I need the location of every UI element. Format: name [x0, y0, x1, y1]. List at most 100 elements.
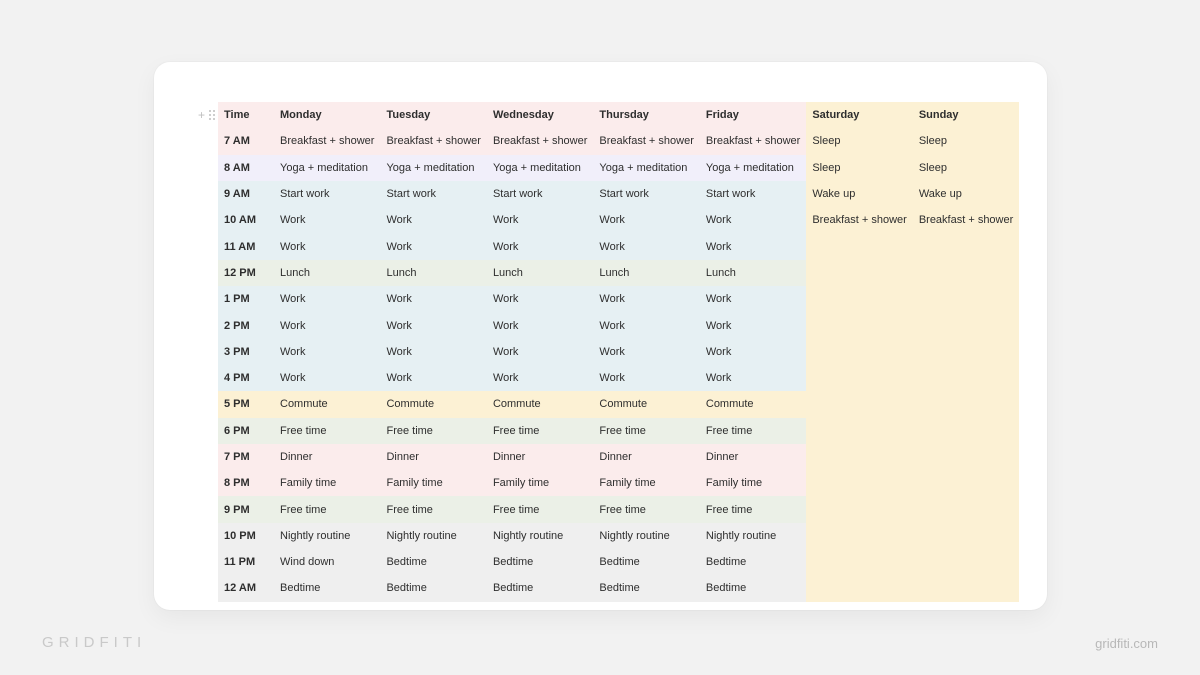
table-row[interactable]: 8 PMFamily timeFamily timeFamily timeFam…	[218, 470, 1019, 496]
cell-tuesday[interactable]: Work	[380, 286, 486, 312]
cell-tuesday[interactable]: Work	[380, 312, 486, 338]
cell-time[interactable]: 7 AM	[218, 128, 274, 154]
cell-sunday[interactable]	[913, 391, 1019, 417]
cell-wednesday[interactable]: Commute	[487, 391, 593, 417]
cell-tuesday[interactable]: Work	[380, 233, 486, 259]
cell-sunday[interactable]	[913, 549, 1019, 575]
cell-thursday[interactable]: Bedtime	[593, 549, 699, 575]
cell-wednesday[interactable]: Lunch	[487, 260, 593, 286]
table-row[interactable]: 2 PMWorkWorkWorkWorkWork	[218, 312, 1019, 338]
cell-monday[interactable]: Free time	[274, 418, 380, 444]
cell-monday[interactable]: Work	[274, 339, 380, 365]
table-row[interactable]: 10 AMWorkWorkWorkWorkWorkBreakfast + sho…	[218, 207, 1019, 233]
cell-sunday[interactable]	[913, 496, 1019, 522]
cell-saturday[interactable]	[806, 470, 912, 496]
cell-tuesday[interactable]: Bedtime	[380, 575, 486, 601]
cell-saturday[interactable]	[806, 233, 912, 259]
cell-monday[interactable]: Breakfast + shower	[274, 128, 380, 154]
cell-time[interactable]: 10 AM	[218, 207, 274, 233]
cell-saturday[interactable]	[806, 260, 912, 286]
cell-tuesday[interactable]: Work	[380, 365, 486, 391]
cell-friday[interactable]: Bedtime	[700, 549, 806, 575]
cell-saturday[interactable]	[806, 312, 912, 338]
table-row[interactable]: 4 PMWorkWorkWorkWorkWork	[218, 365, 1019, 391]
cell-sunday[interactable]: Breakfast + shower	[913, 207, 1019, 233]
cell-time[interactable]: 12 PM	[218, 260, 274, 286]
cell-time[interactable]: 1 PM	[218, 286, 274, 312]
cell-time[interactable]: 8 AM	[218, 155, 274, 181]
cell-thursday[interactable]: Work	[593, 339, 699, 365]
cell-saturday[interactable]	[806, 286, 912, 312]
table-row[interactable]: 1 PMWorkWorkWorkWorkWork	[218, 286, 1019, 312]
cell-thursday[interactable]: Yoga + meditation	[593, 155, 699, 181]
cell-time[interactable]: 5 PM	[218, 391, 274, 417]
cell-friday[interactable]: Nightly routine	[700, 523, 806, 549]
cell-friday[interactable]: Breakfast + shower	[700, 128, 806, 154]
cell-monday[interactable]: Nightly routine	[274, 523, 380, 549]
cell-friday[interactable]: Work	[700, 207, 806, 233]
table-row[interactable]: 12 AMBedtimeBedtimeBedtimeBedtimeBedtime	[218, 575, 1019, 601]
cell-monday[interactable]: Start work	[274, 181, 380, 207]
cell-monday[interactable]: Work	[274, 365, 380, 391]
cell-friday[interactable]: Yoga + meditation	[700, 155, 806, 181]
cell-time[interactable]: 9 AM	[218, 181, 274, 207]
cell-tuesday[interactable]: Work	[380, 207, 486, 233]
cell-thursday[interactable]: Family time	[593, 470, 699, 496]
cell-sunday[interactable]: Wake up	[913, 181, 1019, 207]
cell-thursday[interactable]: Breakfast + shower	[593, 128, 699, 154]
plus-icon[interactable]: +	[198, 109, 205, 121]
cell-friday[interactable]: Dinner	[700, 444, 806, 470]
cell-wednesday[interactable]: Yoga + meditation	[487, 155, 593, 181]
cell-thursday[interactable]: Nightly routine	[593, 523, 699, 549]
cell-wednesday[interactable]: Breakfast + shower	[487, 128, 593, 154]
cell-wednesday[interactable]: Work	[487, 312, 593, 338]
col-header-wednesday[interactable]: Wednesday	[487, 102, 593, 128]
col-header-time[interactable]: Time	[218, 102, 274, 128]
cell-monday[interactable]: Work	[274, 233, 380, 259]
cell-friday[interactable]: Work	[700, 233, 806, 259]
cell-saturday[interactable]	[806, 339, 912, 365]
cell-wednesday[interactable]: Work	[487, 365, 593, 391]
cell-friday[interactable]: Work	[700, 286, 806, 312]
cell-time[interactable]: 12 AM	[218, 575, 274, 601]
cell-time[interactable]: 8 PM	[218, 470, 274, 496]
cell-friday[interactable]: Start work	[700, 181, 806, 207]
cell-thursday[interactable]: Work	[593, 207, 699, 233]
col-header-monday[interactable]: Monday	[274, 102, 380, 128]
cell-wednesday[interactable]: Free time	[487, 418, 593, 444]
cell-wednesday[interactable]: Free time	[487, 496, 593, 522]
cell-thursday[interactable]: Dinner	[593, 444, 699, 470]
cell-saturday[interactable]	[806, 575, 912, 601]
cell-tuesday[interactable]: Yoga + meditation	[380, 155, 486, 181]
table-row[interactable]: 12 PMLunchLunchLunchLunchLunch	[218, 260, 1019, 286]
cell-saturday[interactable]: Wake up	[806, 181, 912, 207]
cell-tuesday[interactable]: Dinner	[380, 444, 486, 470]
col-header-tuesday[interactable]: Tuesday	[380, 102, 486, 128]
col-header-saturday[interactable]: Saturday	[806, 102, 912, 128]
cell-sunday[interactable]	[913, 444, 1019, 470]
cell-saturday[interactable]: Sleep	[806, 128, 912, 154]
cell-time[interactable]: 2 PM	[218, 312, 274, 338]
cell-tuesday[interactable]: Commute	[380, 391, 486, 417]
cell-tuesday[interactable]: Lunch	[380, 260, 486, 286]
cell-time[interactable]: 7 PM	[218, 444, 274, 470]
cell-sunday[interactable]	[913, 470, 1019, 496]
col-header-thursday[interactable]: Thursday	[593, 102, 699, 128]
table-row[interactable]: 3 PMWorkWorkWorkWorkWork	[218, 339, 1019, 365]
col-header-sunday[interactable]: Sunday	[913, 102, 1019, 128]
cell-thursday[interactable]: Free time	[593, 418, 699, 444]
cell-tuesday[interactable]: Work	[380, 339, 486, 365]
cell-friday[interactable]: Bedtime	[700, 575, 806, 601]
cell-thursday[interactable]: Free time	[593, 496, 699, 522]
cell-monday[interactable]: Commute	[274, 391, 380, 417]
table-row[interactable]: 9 PMFree timeFree timeFree timeFree time…	[218, 496, 1019, 522]
cell-sunday[interactable]	[913, 365, 1019, 391]
cell-thursday[interactable]: Work	[593, 365, 699, 391]
cell-thursday[interactable]: Work	[593, 312, 699, 338]
cell-wednesday[interactable]: Bedtime	[487, 575, 593, 601]
table-row[interactable]: 8 AMYoga + meditationYoga + meditationYo…	[218, 155, 1019, 181]
table-row[interactable]: 6 PMFree timeFree timeFree timeFree time…	[218, 418, 1019, 444]
cell-sunday[interactable]	[913, 286, 1019, 312]
cell-tuesday[interactable]: Family time	[380, 470, 486, 496]
cell-wednesday[interactable]: Dinner	[487, 444, 593, 470]
